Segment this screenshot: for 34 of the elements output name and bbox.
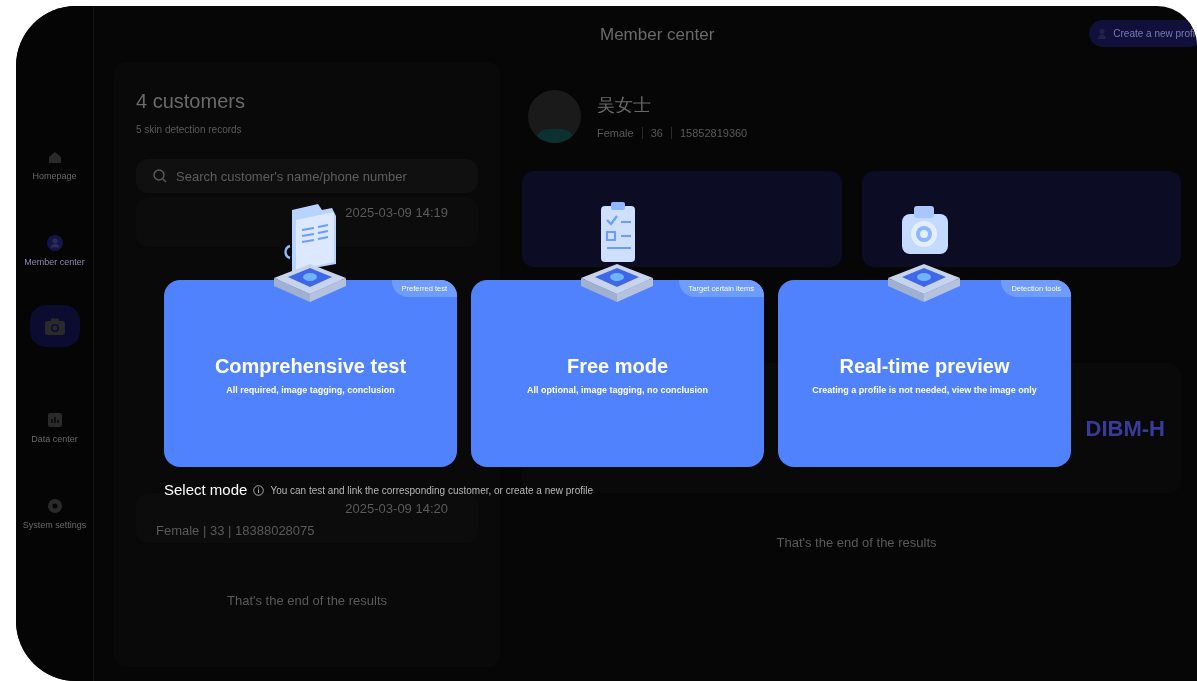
end-of-results-note: That's the end of the results	[227, 592, 387, 610]
page-title: Member center	[600, 24, 715, 46]
create-profile-button[interactable]: Create a new profi	[1089, 20, 1197, 47]
person-icon	[45, 233, 64, 252]
customer-name: 吴女士	[597, 93, 652, 117]
mode-description: Creating a profile is not needed, view the image only	[812, 384, 1037, 398]
end-of-results-note: That's the end of the results	[776, 534, 937, 552]
customer-info: Female | 33 | 18388028075	[156, 522, 315, 540]
camera-icon	[42, 316, 67, 336]
mode-description: All required, image tagging, conclusion	[226, 384, 395, 398]
device-model: DIBM-H	[1085, 414, 1165, 443]
avatar	[528, 90, 581, 143]
customer-detail: Female	[597, 125, 634, 141]
mode-title: Comprehensive test	[214, 354, 407, 380]
search-field[interactable]: Search customer's name/phone number	[136, 159, 478, 193]
mode-title: Free mode	[566, 354, 669, 380]
record-count: 5 skin detection records	[136, 123, 243, 137]
record-time: 2025-03-09 14:19	[345, 204, 448, 222]
customer-detail: 36	[650, 125, 663, 141]
feature-card[interactable]	[522, 171, 842, 267]
sidebar-item[interactable]: Homepage	[32, 148, 77, 184]
bar-chart-icon	[45, 411, 64, 429]
sidebar-item[interactable]: Member center	[24, 233, 85, 269]
feature-card[interactable]	[861, 171, 1181, 267]
mode-title: Real-time preview	[839, 354, 1010, 380]
customer-detail: 15852819360	[679, 125, 748, 141]
settings-icon	[45, 496, 64, 515]
sidebar-item[interactable]: Data center	[31, 411, 78, 447]
mode-description: All optional, image tagging, no conclusion	[527, 384, 708, 398]
record-time: 2025-03-09 14:20	[345, 500, 448, 518]
customer-count: 4 customers	[136, 89, 246, 114]
sidebar-item[interactable]: System settings	[22, 496, 87, 532]
info-icon	[253, 484, 265, 496]
search-icon	[152, 168, 168, 184]
